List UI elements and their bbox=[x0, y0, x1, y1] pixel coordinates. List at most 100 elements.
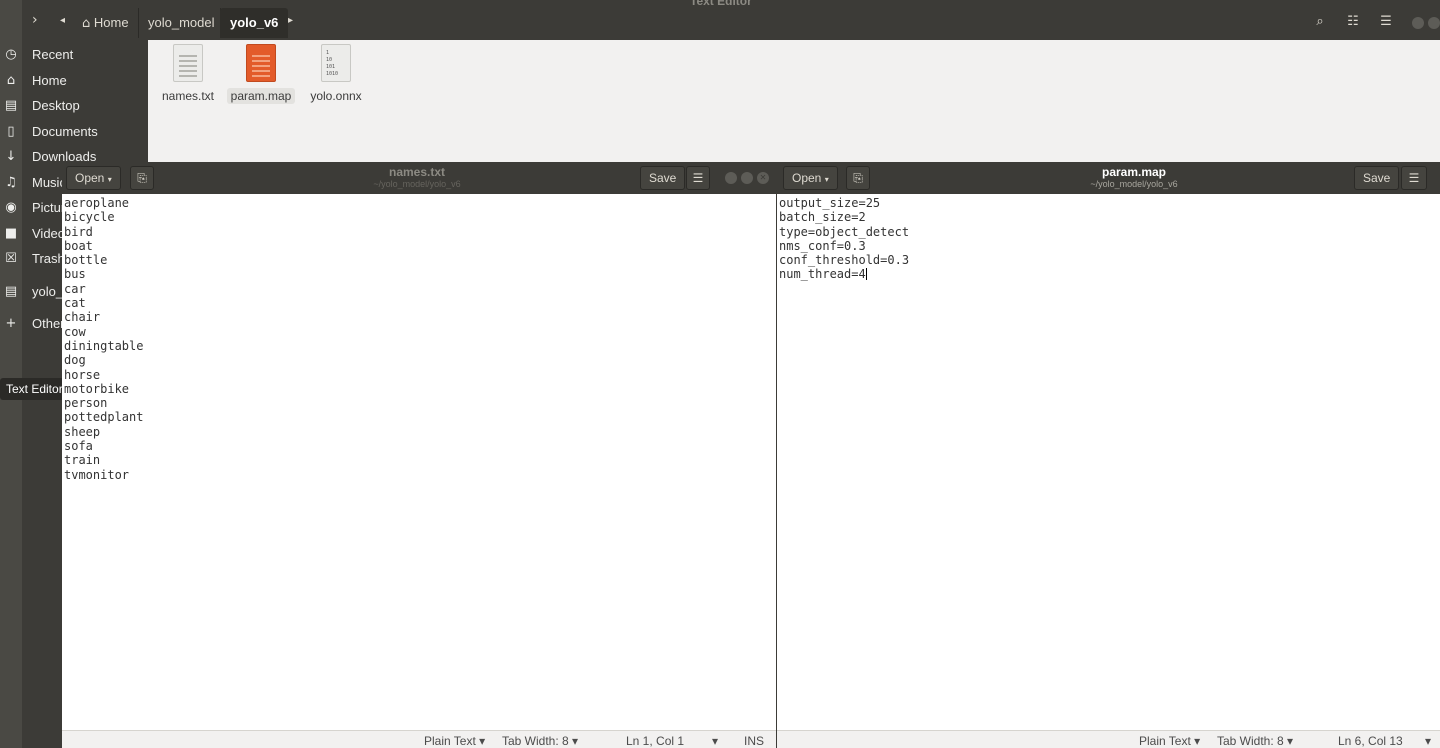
document-icon[interactable]: ▯ bbox=[3, 124, 19, 140]
sidebar-item-label: Music bbox=[32, 175, 66, 190]
text-line: cat bbox=[64, 296, 86, 311]
tab-width-label: Tab Width: 8 bbox=[1217, 734, 1284, 748]
folder-icon[interactable]: ▤ bbox=[3, 284, 19, 300]
text-line: pottedplant bbox=[64, 410, 144, 425]
chevron-down-icon[interactable]: ▾ bbox=[1425, 734, 1431, 748]
file-item[interactable]: names.txt bbox=[148, 44, 228, 105]
text-line: batch_size=2 bbox=[779, 210, 866, 225]
sidebar-item-label: Trash bbox=[32, 251, 65, 266]
text-line: bus bbox=[64, 267, 86, 282]
status-bar: Plain Text ▾ Tab Width: 8 ▾ Ln 1, Col 1 … bbox=[62, 730, 776, 748]
text-line: cow bbox=[64, 324, 86, 339]
menu-icon[interactable]: ☰ bbox=[1378, 14, 1394, 30]
editor-header: Open ▾ ⎘ names.txt ~/yolo_model/yolo_v6 … bbox=[62, 162, 776, 194]
tooltip: Text Editor bbox=[0, 378, 69, 400]
sidebar-item-label: Recent bbox=[32, 47, 74, 62]
view-list-icon[interactable]: ☷ bbox=[1345, 14, 1361, 30]
text-line: bicycle bbox=[64, 210, 115, 225]
text-area[interactable]: output_size=25 batch_size=2 type=object_de… bbox=[777, 194, 1440, 732]
save-button[interactable]: Save bbox=[640, 166, 686, 190]
maximize-icon[interactable] bbox=[1428, 17, 1440, 29]
text-line: nms_conf=0.3 bbox=[779, 238, 866, 253]
insert-mode[interactable]: INS bbox=[744, 734, 764, 748]
open-button-label: Open bbox=[792, 171, 822, 185]
breadcrumb-right-icon[interactable]: ▸ bbox=[288, 15, 293, 26]
text-line: sheep bbox=[64, 424, 101, 439]
chevron-down-icon: ▾ bbox=[107, 175, 112, 184]
text-cursor bbox=[865, 268, 867, 281]
text-area[interactable]: aeroplane bicycle bird boat bottle bus car cat c… bbox=[62, 194, 776, 732]
binary-file-icon: 1 10 101 1010 bbox=[321, 44, 351, 82]
forward-icon[interactable]: › bbox=[32, 12, 38, 28]
cursor-position[interactable]: Ln 1, Col 1 bbox=[626, 734, 684, 748]
close-icon[interactable]: ✕ bbox=[757, 172, 769, 184]
plus-icon[interactable]: + bbox=[3, 316, 19, 332]
maximize-icon[interactable] bbox=[741, 172, 753, 184]
breadcrumb-yolo-model[interactable]: yolo_model bbox=[138, 8, 225, 38]
editor-title: names.txt bbox=[388, 165, 446, 179]
breadcrumb-home[interactable]: ⌂ Home bbox=[72, 8, 139, 38]
file-name: names.txt bbox=[161, 89, 215, 103]
text-line: diningtable bbox=[64, 338, 144, 353]
text-line: motorbike bbox=[64, 381, 130, 396]
minimize-icon[interactable] bbox=[725, 172, 737, 184]
file-item[interactable]: 1 10 101 1010 yolo.onnx bbox=[296, 44, 376, 105]
sidebar-item-recent[interactable]: Recent bbox=[22, 43, 148, 67]
text-line: bottle bbox=[64, 253, 108, 268]
save-button[interactable]: Save bbox=[1354, 166, 1400, 190]
breadcrumb-label: yolo_v6 bbox=[230, 15, 279, 30]
folder-icon[interactable]: ▤ bbox=[3, 98, 19, 114]
new-document-icon[interactable]: ⎘ bbox=[130, 166, 154, 190]
trash-icon[interactable]: ☒ bbox=[3, 251, 19, 267]
open-button[interactable]: Open ▾ bbox=[66, 166, 121, 190]
search-icon[interactable]: ⌕ bbox=[1312, 14, 1328, 30]
text-line: tvmonitor bbox=[64, 467, 130, 482]
tab-width-label: Tab Width: 8 bbox=[502, 734, 569, 748]
launcher-dock: ◷ ⌂ ▤ ▯ ↓ ♫ ◉ ■ ☒ ▤ + bbox=[0, 0, 22, 748]
file-name: yolo.onnx bbox=[310, 89, 362, 103]
syntax-selector[interactable]: Plain Text ▾ bbox=[424, 734, 485, 748]
sidebar-item-label: Home bbox=[32, 73, 67, 88]
text-line: type=object_detect bbox=[779, 224, 910, 239]
text-line: bird bbox=[64, 224, 93, 239]
breadcrumb-left-icon[interactable]: ◂ bbox=[60, 15, 65, 26]
editor-header: Open ▾ ⎘ param.map ~/yolo_model/yolo_v6 … bbox=[777, 162, 1440, 194]
window-title: Text Editor bbox=[690, 0, 752, 8]
clock-icon[interactable]: ◷ bbox=[3, 47, 19, 63]
camera-icon[interactable]: ◉ bbox=[3, 200, 19, 216]
text-line: aeroplane bbox=[64, 196, 130, 210]
open-button[interactable]: Open ▾ bbox=[783, 166, 838, 190]
download-icon[interactable]: ↓ bbox=[3, 149, 19, 165]
editor-title-block: param.map ~/yolo_model/yolo_v6 bbox=[1034, 165, 1234, 189]
minimize-icon[interactable] bbox=[1412, 17, 1424, 29]
file-item[interactable]: param.map bbox=[221, 44, 301, 105]
home-icon[interactable]: ⌂ bbox=[3, 73, 19, 89]
text-line: dog bbox=[64, 353, 86, 368]
sidebar-item-documents[interactable]: Documents bbox=[22, 120, 148, 144]
sidebar-item-desktop[interactable]: Desktop bbox=[22, 94, 148, 118]
chevron-down-icon[interactable]: ▾ bbox=[712, 734, 718, 748]
editor-subtitle: ~/yolo_model/yolo_v6 bbox=[1090, 179, 1178, 189]
tab-width-selector[interactable]: Tab Width: 8 ▾ bbox=[502, 734, 578, 748]
save-button-label: Save bbox=[1363, 171, 1391, 185]
text-line: horse bbox=[64, 367, 101, 382]
text-line: num_thread=4 bbox=[779, 267, 867, 282]
tab-width-selector[interactable]: Tab Width: 8 ▾ bbox=[1217, 734, 1293, 748]
music-icon[interactable]: ♫ bbox=[3, 175, 19, 191]
syntax-selector[interactable]: Plain Text ▾ bbox=[1139, 734, 1200, 748]
sidebar-item-home[interactable]: Home bbox=[22, 69, 148, 93]
editor-title: param.map bbox=[1101, 165, 1167, 179]
status-bar: Plain Text ▾ Tab Width: 8 ▾ Ln 6, Col 13… bbox=[777, 730, 1440, 748]
cursor-position[interactable]: Ln 6, Col 13 bbox=[1338, 734, 1403, 748]
menu-icon[interactable]: ☰ bbox=[686, 166, 710, 190]
editor-subtitle: ~/yolo_model/yolo_v6 bbox=[373, 179, 461, 189]
menu-icon[interactable]: ☰ bbox=[1401, 166, 1427, 190]
new-document-icon[interactable]: ⎘ bbox=[846, 166, 870, 190]
video-icon[interactable]: ■ bbox=[3, 226, 19, 242]
text-file-icon bbox=[173, 44, 203, 82]
syntax-label: Plain Text bbox=[1139, 734, 1191, 748]
breadcrumb-yolo-v6[interactable]: yolo_v6 bbox=[220, 8, 289, 38]
breadcrumb-home-label: Home bbox=[93, 15, 129, 30]
file-grid: names.txt param.map 1 10 101 1010 yolo.onnx bbox=[148, 40, 1440, 162]
text-line: boat bbox=[64, 238, 93, 253]
